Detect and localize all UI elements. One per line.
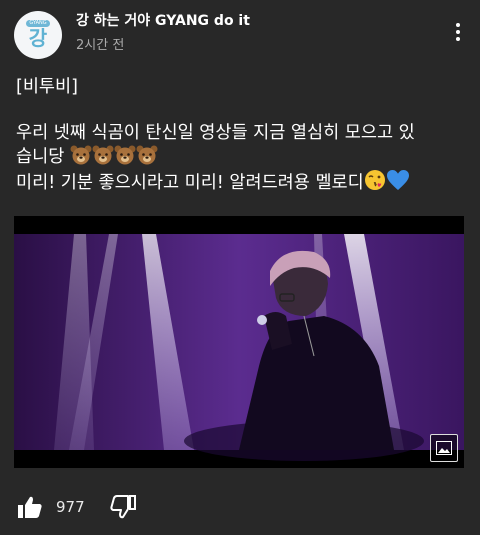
thumbs-up-icon[interactable] [17, 494, 43, 520]
channel-avatar[interactable]: GYANG 강 [14, 11, 62, 59]
kissing-face-icon [364, 170, 385, 190]
more-dot-icon [456, 37, 460, 41]
avatar-logo-text: 강 [28, 26, 48, 50]
more-options-button[interactable] [446, 20, 470, 44]
post-line: 습니당 [16, 145, 468, 169]
concert-photo [14, 216, 464, 468]
post-line-tag: [비투비] [16, 77, 78, 97]
channel-name[interactable]: 강 하는 거야 GYANG do it [76, 10, 250, 30]
post-timestamp: 2시간 전 [76, 38, 125, 53]
bear-face-icon [70, 145, 92, 165]
post-line-text: 습니당 [16, 147, 65, 167]
post-image[interactable] [14, 216, 464, 468]
like-count: 977 [56, 498, 85, 516]
thumbs-down-icon[interactable] [110, 494, 136, 520]
blue-heart-icon [386, 170, 409, 190]
more-dot-icon [456, 23, 460, 27]
post-line: 우리 넷째 식곰이 탄신일 영상들 지금 열심히 모으고 있 [16, 123, 415, 143]
post-header: GYANG 강 강 하는 거야 GYANG do it 2시간 전 [0, 0, 480, 70]
more-dot-icon [456, 30, 460, 34]
bear-face-icon [92, 145, 114, 165]
image-gallery-icon[interactable] [430, 434, 458, 462]
post-actions: 977 [0, 490, 480, 526]
bear-face-icon [136, 145, 158, 165]
post-text: [비투비] 우리 넷째 식곰이 탄신일 영상들 지금 열심히 모으고 있 습니당… [16, 76, 468, 195]
bear-face-icon [114, 145, 136, 165]
post-line: 미리! 기분 좋으시라고 미리! 알려드려용 멜로디 [16, 169, 468, 195]
post-line-text: 미리! 기분 좋으시라고 미리! 알려드려용 멜로디 [16, 173, 364, 193]
